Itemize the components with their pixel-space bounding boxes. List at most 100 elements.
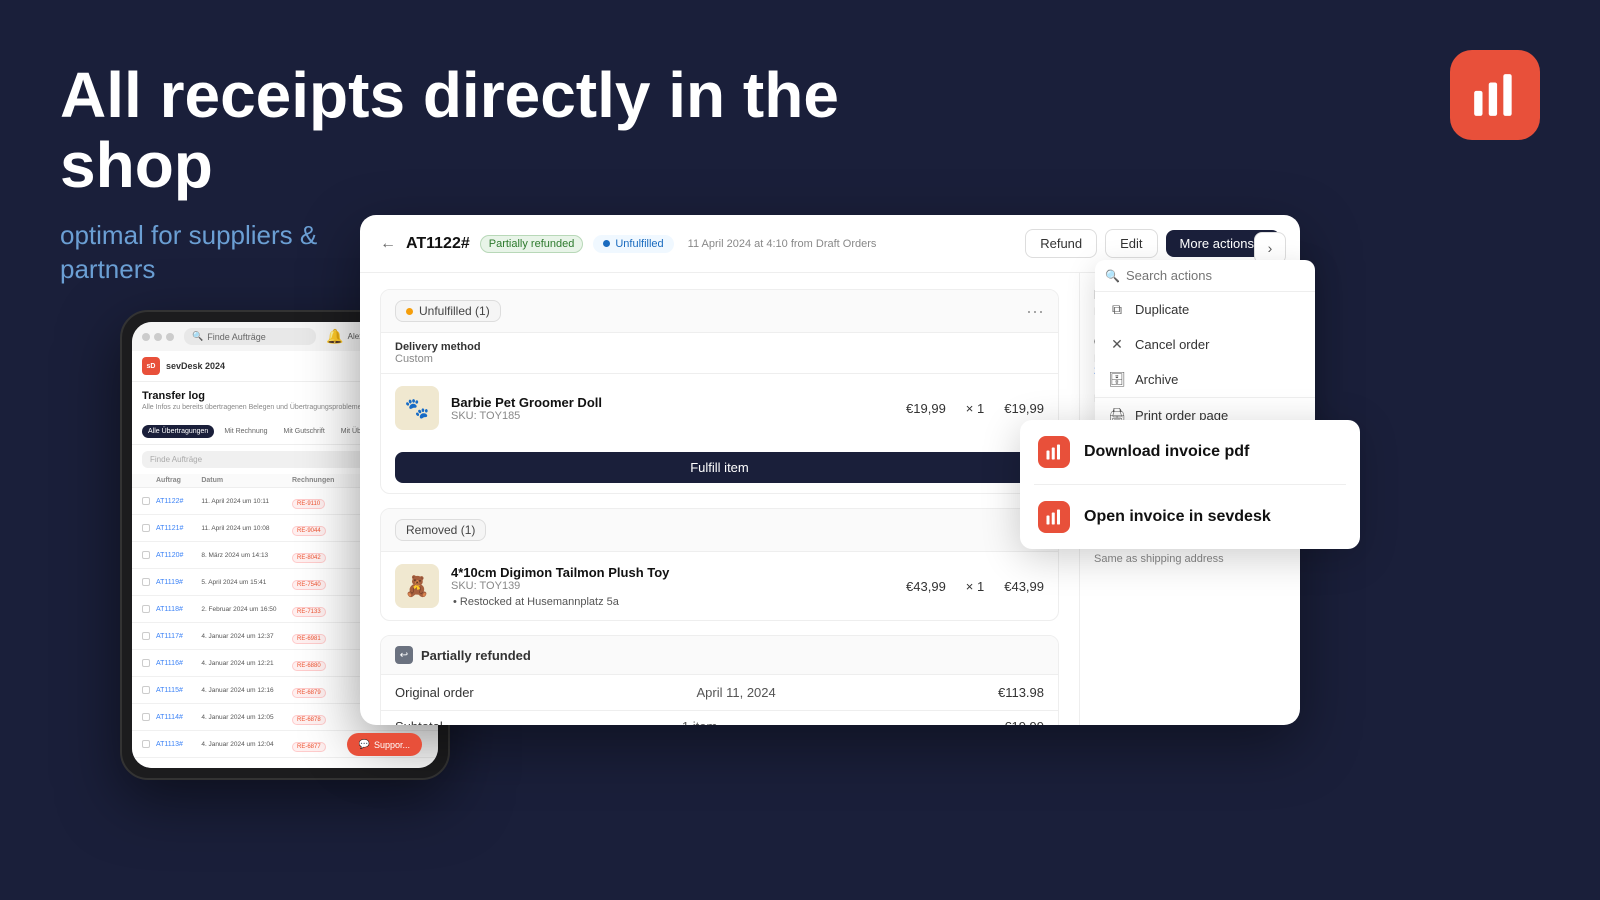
unfulfilled-label: Unfulfilled bbox=[615, 238, 663, 250]
original-order-amount: €113.98 bbox=[998, 685, 1044, 700]
duplicate-label: Duplicate bbox=[1135, 302, 1189, 317]
removed-item-info: 4*10cm Digimon Tailmon Plush Toy SKU: TO… bbox=[451, 565, 894, 608]
row-checkbox[interactable] bbox=[142, 740, 150, 748]
removed-badge: Removed (1) bbox=[395, 519, 486, 541]
cancel-order-label: Cancel order bbox=[1135, 337, 1209, 352]
unfulfilled-section-header: Unfulfilled (1) ··· bbox=[381, 290, 1058, 333]
delivery-method: Delivery method Custom bbox=[381, 333, 1058, 374]
tab-credit[interactable]: Mit Gutschrift bbox=[278, 425, 331, 438]
tablet-search-bar[interactable]: 🔍 Finde Aufträge bbox=[184, 328, 316, 345]
subtotal-amount: €19.99 bbox=[1004, 719, 1044, 725]
removed-item-name: 4*10cm Digimon Tailmon Plush Toy bbox=[451, 565, 894, 580]
delivery-label: Delivery method bbox=[395, 341, 481, 353]
unfulfilled-section: Unfulfilled (1) ··· Delivery method Cust… bbox=[380, 289, 1059, 494]
row-checkbox[interactable] bbox=[142, 497, 150, 505]
fulfill-item-button[interactable]: Fulfill item bbox=[395, 452, 1044, 483]
extended-invoice-menu: Download invoice pdf Open invoice in sev… bbox=[1020, 420, 1360, 549]
order-date: 11 April 2024 at 4:10 from Draft Orders bbox=[688, 238, 877, 250]
archive-icon: 🗄 bbox=[1109, 371, 1125, 388]
row-checkbox[interactable] bbox=[142, 767, 150, 768]
bar-chart-icon bbox=[1470, 70, 1520, 120]
search-text: Finde Aufträge bbox=[207, 332, 266, 342]
chevron-right-icon: › bbox=[1268, 240, 1273, 256]
item-total: €19,99 bbox=[1004, 401, 1044, 416]
sevdesk-app-icon: sD bbox=[142, 357, 160, 375]
section-more-menu[interactable]: ··· bbox=[1026, 301, 1044, 322]
item-price-info: €19,99 × 1 €19,99 bbox=[906, 401, 1044, 416]
download-invoice-action[interactable]: Download invoice pdf bbox=[1020, 420, 1360, 484]
x-icon: ✕ bbox=[1109, 336, 1125, 353]
notification-icon: 🔔 bbox=[326, 328, 343, 345]
item-name: Barbie Pet Groomer Doll bbox=[451, 395, 894, 410]
refund-header: ↩ Partially refunded bbox=[381, 636, 1058, 675]
removed-item-sku: SKU: TOY139 bbox=[451, 580, 894, 592]
row-checkbox[interactable] bbox=[142, 659, 150, 667]
unfulfilled-dot bbox=[603, 240, 610, 247]
duplicate-action[interactable]: ⧉ Duplicate bbox=[1095, 292, 1315, 327]
removed-item-total: €43,99 bbox=[1004, 579, 1044, 594]
row-checkbox[interactable] bbox=[142, 551, 150, 559]
refund-icon: ↩ bbox=[395, 646, 413, 664]
sevdesk-download-icon bbox=[1038, 436, 1070, 468]
refund-subtotal-row: Subtotal 1 item €19.99 bbox=[381, 711, 1058, 725]
tab-invoice[interactable]: Mit Rechnung bbox=[218, 425, 273, 438]
removed-item-price: €43,99 bbox=[906, 579, 946, 594]
sevdesk-open-icon bbox=[1038, 501, 1070, 533]
item-qty: × 1 bbox=[966, 401, 984, 416]
search-icon: 🔍 bbox=[1105, 269, 1120, 283]
archive-action[interactable]: 🗄 Archive bbox=[1095, 362, 1315, 397]
original-order-label: Original order bbox=[395, 685, 696, 700]
back-button[interactable]: ← bbox=[380, 235, 396, 253]
item-image: 🐾 bbox=[395, 386, 439, 430]
row-checkbox[interactable] bbox=[142, 578, 150, 586]
dot1 bbox=[142, 333, 150, 341]
item-sku: SKU: TOY185 bbox=[451, 410, 894, 422]
refund-button[interactable]: Refund bbox=[1025, 229, 1097, 258]
search-icon: 🔍 bbox=[192, 331, 203, 342]
item-info: Barbie Pet Groomer Doll SKU: TOY185 bbox=[451, 395, 894, 422]
edit-button[interactable]: Edit bbox=[1105, 229, 1157, 258]
row-checkbox[interactable] bbox=[142, 713, 150, 721]
col-rechnungen: Rechnungen bbox=[292, 477, 360, 484]
row-checkbox[interactable] bbox=[142, 605, 150, 613]
order-content: Unfulfilled (1) ··· Delivery method Cust… bbox=[360, 273, 1080, 725]
removed-section: Removed (1) 🧸 4*10cm Digimon Tailmon Plu… bbox=[380, 508, 1059, 621]
app-name: sevDesk 2024 bbox=[166, 361, 225, 371]
col-auftrag: Auftrag bbox=[156, 477, 201, 484]
row-checkbox[interactable] bbox=[142, 686, 150, 694]
table-row[interactable]: AT1112# 4. Januar 2024 um 09:56 RE-6976 bbox=[132, 758, 438, 768]
item-price: €19,99 bbox=[906, 401, 946, 416]
dot2 bbox=[154, 333, 162, 341]
unfulfilled-badge-dot bbox=[406, 308, 413, 315]
support-button[interactable]: 💬 Suppor... bbox=[347, 733, 422, 756]
refund-section: ↩ Partially refunded Original order Apri… bbox=[380, 635, 1059, 725]
download-invoice-label: Download invoice pdf bbox=[1084, 443, 1249, 461]
header-actions: Refund Edit More actions ▾ bbox=[1025, 229, 1280, 258]
copy-icon: ⧉ bbox=[1109, 301, 1125, 318]
actions-search-input[interactable] bbox=[1126, 268, 1305, 283]
unfulfilled-item: 🐾 Barbie Pet Groomer Doll SKU: TOY185 €1… bbox=[381, 374, 1058, 442]
subtotal-label: Subtotal bbox=[395, 719, 682, 725]
removed-item: 🧸 4*10cm Digimon Tailmon Plush Toy SKU: … bbox=[381, 552, 1058, 620]
row-checkbox[interactable] bbox=[142, 632, 150, 640]
removed-item-qty: × 1 bbox=[966, 579, 984, 594]
subtotal-items: 1 item bbox=[682, 719, 717, 725]
dropdown-search-bar: 🔍 bbox=[1095, 260, 1315, 292]
removed-item-note: Restocked at Husemannplatz 5a bbox=[451, 596, 894, 608]
col-datum: Datum bbox=[201, 477, 292, 484]
removed-item-image: 🧸 bbox=[395, 564, 439, 608]
dot3 bbox=[166, 333, 174, 341]
badge-unfulfilled: Unfulfilled bbox=[593, 235, 673, 253]
open-invoice-action[interactable]: Open invoice in sevdesk bbox=[1020, 485, 1360, 549]
billing-text: Same as shipping address bbox=[1094, 553, 1286, 565]
removed-section-header: Removed (1) bbox=[381, 509, 1058, 552]
tab-all[interactable]: Alle Übertragungen bbox=[142, 425, 214, 438]
refund-title: Partially refunded bbox=[421, 648, 531, 663]
cancel-order-action[interactable]: ✕ Cancel order bbox=[1095, 327, 1315, 362]
unfulfilled-badge: Unfulfilled (1) bbox=[395, 300, 501, 322]
support-label: Suppor... bbox=[374, 740, 410, 750]
row-checkbox[interactable] bbox=[142, 524, 150, 532]
order-id: AT1122# bbox=[406, 235, 470, 253]
refund-original-row: Original order April 11, 2024 €113.98 bbox=[381, 675, 1058, 711]
original-order-date: April 11, 2024 bbox=[696, 685, 997, 700]
